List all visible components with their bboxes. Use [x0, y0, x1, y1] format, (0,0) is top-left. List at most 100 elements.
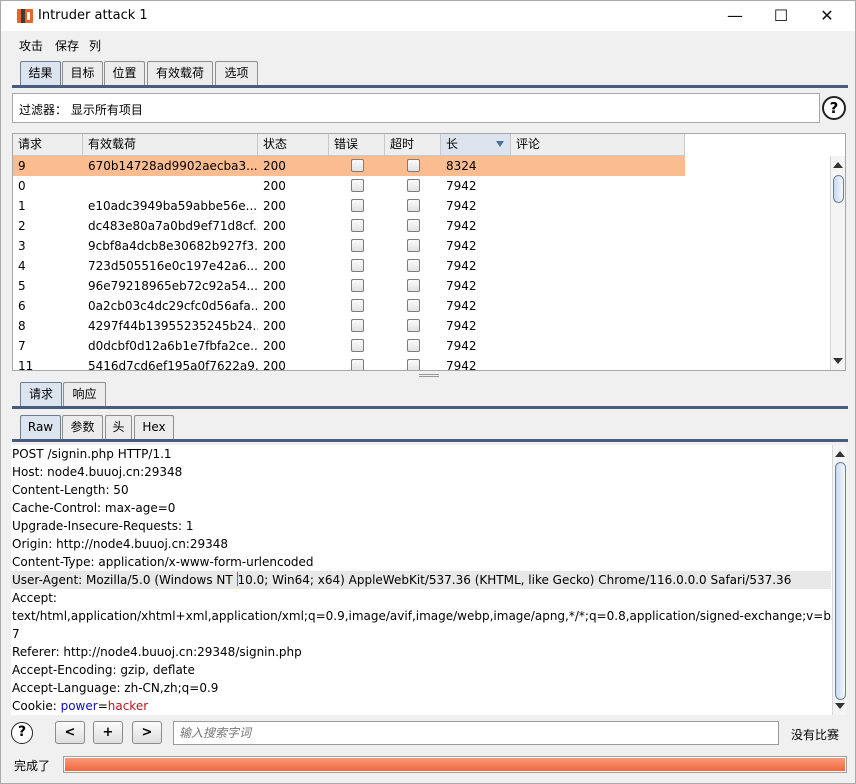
- col-timeout[interactable]: 超时: [385, 134, 441, 156]
- tab-payloads[interactable]: 有效载荷: [147, 61, 213, 86]
- cell-payload: dc483e80a7a0bd9ef71d8cf...: [88, 219, 258, 233]
- cell-payload: 96e79218965eb72c92a54...: [88, 279, 258, 293]
- tab-raw[interactable]: Raw: [20, 415, 61, 440]
- table-row[interactable]: 4 723d505516e0c197e42a6... 200 7942: [13, 256, 685, 276]
- cell-req: 8: [18, 319, 26, 333]
- timeout-checkbox: [407, 279, 420, 292]
- error-checkbox: [351, 239, 364, 252]
- tab-headers[interactable]: 头: [105, 415, 132, 440]
- cell-req: 11: [18, 359, 34, 371]
- search-next-button[interactable]: >: [132, 721, 162, 744]
- table-scroll-thumb[interactable]: [833, 175, 844, 203]
- search-input[interactable]: [173, 721, 779, 745]
- cell-length: 7942: [446, 259, 477, 273]
- progress-fill: [65, 758, 845, 771]
- cell-req: 0: [18, 179, 26, 193]
- scroll-up-icon[interactable]: [833, 162, 843, 168]
- cell-length: 7942: [446, 239, 477, 253]
- scroll-up-icon[interactable]: [835, 451, 845, 457]
- close-button[interactable]: ✕: [804, 1, 850, 31]
- window-title: Intruder attack 1: [38, 8, 148, 23]
- tab-results[interactable]: 结果: [20, 61, 61, 86]
- cell-length: 7942: [446, 319, 477, 333]
- table-row[interactable]: 3 9cbf8a4dcb8e30682b927f3... 200 7942: [13, 236, 685, 256]
- raw-request-editor[interactable]: POST /signin.php HTTP/1.1 Host: node4.bu…: [11, 445, 847, 715]
- header-line: Accept:: [12, 591, 57, 605]
- cell-payload: d0dcbf0d12a6b1e7fbfa2ce...: [88, 339, 258, 353]
- menu-bar: 攻击 保存 列: [1, 32, 855, 56]
- cookie-label: Cookie:: [12, 699, 61, 713]
- tab-target[interactable]: 目标: [62, 61, 103, 86]
- error-checkbox: [351, 319, 364, 332]
- pane-splitter-handle[interactable]: [419, 374, 439, 377]
- cell-status: 200: [263, 279, 286, 293]
- main-tabs-underline: [12, 85, 848, 88]
- search-add-button[interactable]: +: [93, 721, 123, 744]
- col-request[interactable]: 请求: [13, 134, 83, 156]
- cell-payload: e10adc3949ba59abbe56e...: [88, 199, 258, 213]
- table-row[interactable]: 5 96e79218965eb72c92a54... 200 7942: [13, 276, 685, 296]
- progress-bar: [63, 756, 847, 773]
- cell-req: 3: [18, 239, 26, 253]
- menu-save[interactable]: 保存: [55, 37, 79, 54]
- tab-response[interactable]: 响应: [63, 382, 106, 407]
- cell-req: 4: [18, 259, 26, 273]
- error-checkbox: [351, 259, 364, 272]
- table-row[interactable]: 11 5416d7cd6ef195a0f7622a9... 200 7942: [13, 356, 685, 371]
- error-checkbox: [351, 179, 364, 192]
- maximize-button[interactable]: ☐: [758, 1, 804, 31]
- error-checkbox: [351, 159, 364, 172]
- cell-status: 200: [263, 319, 286, 333]
- scroll-down-icon[interactable]: [835, 703, 845, 709]
- cookie-line: Cookie: power=hacker: [12, 697, 148, 715]
- timeout-checkbox: [407, 159, 420, 172]
- col-length[interactable]: 长: [441, 134, 511, 156]
- editor-scroll-thumb[interactable]: [835, 462, 846, 700]
- status-bar: 完成了: [1, 753, 855, 781]
- editor-scrollbar[interactable]: [832, 445, 847, 715]
- table-header: 请求 有效载荷 状态 错误 超时 长 评论: [13, 134, 685, 156]
- filter-bar[interactable]: 过滤器： 显示所有项目: [12, 93, 820, 123]
- timeout-checkbox: [407, 319, 420, 332]
- col-comment[interactable]: 评论: [511, 134, 685, 156]
- timeout-checkbox: [407, 239, 420, 252]
- cell-req: 1: [18, 199, 26, 213]
- menu-attack[interactable]: 攻击: [19, 37, 43, 54]
- header-line: Upgrade-Insecure-Requests: 1: [12, 519, 194, 533]
- timeout-checkbox: [407, 179, 420, 192]
- header-line: text/html,application/xhtml+xml,applicat…: [12, 609, 847, 623]
- col-error[interactable]: 错误: [329, 134, 385, 156]
- tab-options[interactable]: 选项: [215, 61, 258, 86]
- error-checkbox: [351, 219, 364, 232]
- help-icon[interactable]: ?: [11, 722, 33, 744]
- table-row[interactable]: 8 4297f44b13955235245b24... 200 7942: [13, 316, 685, 336]
- cell-payload: 0a2cb03c4dc29cfc0d56afa...: [88, 299, 258, 313]
- col-payload[interactable]: 有效载荷: [83, 134, 258, 156]
- cell-req: 5: [18, 279, 26, 293]
- table-row[interactable]: 0 200 7942: [13, 176, 685, 196]
- cell-status: 200: [263, 339, 286, 353]
- menu-columns[interactable]: 列: [89, 37, 101, 54]
- user-agent-text-b: 10.0; Win64; x64) AppleWebKit/537.36 (KH…: [237, 573, 792, 587]
- header-line: 7: [12, 627, 20, 641]
- col-status[interactable]: 状态: [258, 134, 329, 156]
- cell-status: 200: [263, 219, 286, 233]
- table-row[interactable]: 6 0a2cb03c4dc29cfc0d56afa... 200 7942: [13, 296, 685, 316]
- col-length-label: 长: [446, 137, 459, 151]
- help-icon[interactable]: ?: [822, 96, 846, 120]
- tab-request[interactable]: 请求: [20, 382, 62, 407]
- table-row[interactable]: 1 e10adc3949ba59abbe56e... 200 7942: [13, 196, 685, 216]
- header-line: Origin: http://node4.buuoj.cn:29348: [12, 537, 229, 551]
- table-row[interactable]: 9 670b14728ad9902aecba3... 200 8324: [13, 156, 685, 176]
- tab-positions[interactable]: 位置: [104, 61, 145, 86]
- search-prev-button[interactable]: <: [55, 721, 85, 744]
- scroll-down-icon[interactable]: [833, 358, 843, 364]
- table-row[interactable]: 7 d0dcbf0d12a6b1e7fbfa2ce... 200 7942: [13, 336, 685, 356]
- cell-payload: 4297f44b13955235245b24...: [88, 319, 258, 333]
- table-scrollbar[interactable]: [830, 156, 845, 370]
- tab-hex[interactable]: Hex: [134, 415, 174, 440]
- minimize-button[interactable]: —: [712, 1, 758, 31]
- table-row[interactable]: 2 dc483e80a7a0bd9ef71d8cf... 200 7942: [13, 216, 685, 236]
- cell-payload: [83, 176, 258, 196]
- tab-params[interactable]: 参数: [62, 415, 103, 440]
